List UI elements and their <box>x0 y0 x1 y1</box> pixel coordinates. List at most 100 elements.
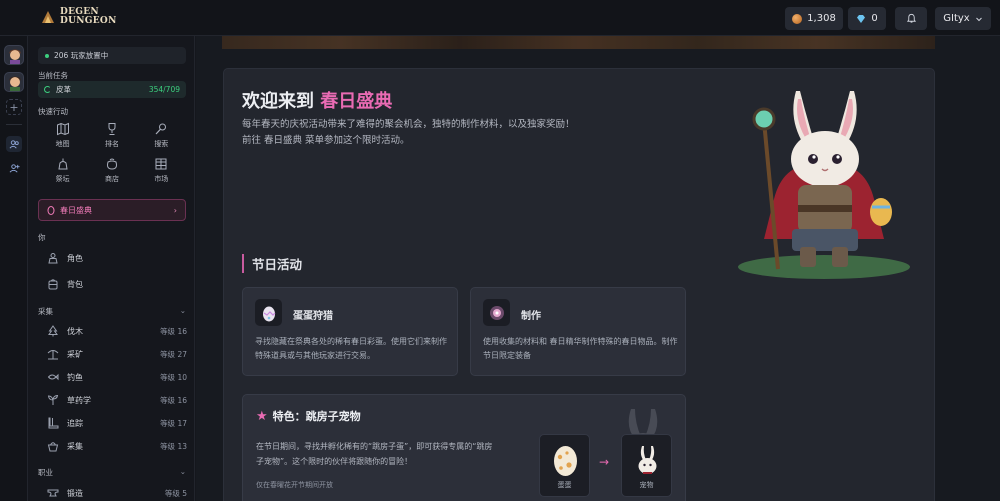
quick-action-market[interactable]: 市场 <box>137 157 186 184</box>
coin-icon <box>792 13 803 24</box>
quick-action-search[interactable]: 搜索 <box>137 122 186 149</box>
bunny-warrior-illustration <box>738 91 910 279</box>
egg-label: 蛋蛋 <box>557 481 572 489</box>
quick-action-label: 地图 <box>55 140 70 148</box>
sidebar-item-character[interactable]: 角色 <box>47 251 187 265</box>
username: GItyx <box>943 13 970 24</box>
skill-level: 等级 10 <box>160 372 187 382</box>
logo-line-2: DUNGEON <box>60 16 117 26</box>
quick-action-altar[interactable]: 祭坛 <box>38 157 87 184</box>
quick-actions-label: 快速行动 <box>38 107 68 116</box>
quick-action-ranking[interactable]: 排名 <box>87 122 136 149</box>
notifications-button[interactable] <box>895 7 927 30</box>
feature-title: 蛋蛋狩猎 <box>293 311 333 322</box>
map-icon <box>56 122 69 136</box>
task-progress: 354/709 <box>148 85 180 94</box>
pet-availability-note: 仅在春曜花开节期间开放 <box>256 481 333 489</box>
chevron-down-icon: ⌄ <box>179 467 186 476</box>
friends-button[interactable] <box>6 136 22 152</box>
sidebar-item-smithing[interactable]: 锻造 等级 5 <box>47 486 187 500</box>
spinner-icon <box>44 86 51 93</box>
group-label: 职业 <box>38 468 53 477</box>
hopscotch-egg-icon <box>554 446 577 476</box>
bunny-pet-icon <box>638 446 657 474</box>
featured-pet-panel: ★ 特色：跳房子宠物 在节日期间，寻找并孵化稀有的“跳房子蛋”，即可获得专属的“… <box>242 394 686 501</box>
quick-action-label: 搜索 <box>154 140 169 148</box>
section-title: 节日活动 <box>242 254 302 273</box>
quick-action-map[interactable]: 地图 <box>38 122 87 149</box>
market-icon <box>155 158 167 170</box>
feature-description: 寻找隐藏在祭典各处的稀有春日彩蛋。使用它们来制作特殊道具或与其他玩家进行交易。 <box>255 337 447 360</box>
skill-level: 等级 16 <box>160 395 187 405</box>
egg-box: 蛋蛋 <box>539 434 590 497</box>
dungeon-logo-icon <box>42 11 54 23</box>
sidebar-item-woodcutting[interactable]: 伐木 等级 16 <box>47 324 187 338</box>
trophy-icon <box>108 123 116 135</box>
quick-action-label: 祭坛 <box>55 175 70 183</box>
quick-action-shop[interactable]: 商店 <box>87 157 136 184</box>
skill-level: 等级 16 <box>160 326 187 336</box>
coins-counter[interactable]: 1,308 <box>785 7 843 30</box>
star-icon: ★ <box>256 408 268 424</box>
sidebar-item-label: 草药学 <box>67 395 91 405</box>
bell-icon <box>906 13 916 23</box>
user-plus-icon <box>9 163 20 173</box>
avatar-portrait-icon <box>9 49 21 64</box>
feature-icon-box <box>255 299 282 326</box>
skill-level: 等级 13 <box>160 441 187 451</box>
quick-action-label: 市场 <box>154 175 169 183</box>
chevron-down-icon: ⌄ <box>179 306 186 315</box>
skill-level: 等级 27 <box>160 349 187 359</box>
herb-icon <box>47 394 59 405</box>
sidebar-item-mining[interactable]: 采矿 等级 27 <box>47 347 187 361</box>
gem-icon <box>857 14 866 23</box>
current-task[interactable]: 皮革 354/709 <box>38 81 186 98</box>
sidebar-item-label: 采矿 <box>67 349 83 359</box>
character-avatar-2[interactable] <box>4 72 24 92</box>
character-avatar-1[interactable] <box>4 45 24 65</box>
plus-icon: + <box>9 100 19 114</box>
egg-outline-icon <box>47 206 55 215</box>
task-name: 皮革 <box>56 85 71 94</box>
fishing-icon <box>47 373 59 381</box>
sidebar-item-foraging[interactable]: 采集 等级 13 <box>47 439 187 453</box>
chevron-down-icon <box>975 17 982 21</box>
quick-action-label: 商店 <box>104 175 119 183</box>
event-button-label: 春日盛典 <box>60 205 92 215</box>
gems-counter[interactable]: 0 <box>848 7 886 30</box>
rail-divider <box>6 124 22 125</box>
sidebar-item-herbalism[interactable]: 草药学 等级 16 <box>47 393 187 407</box>
main-content: 欢迎来到 春日盛典 每年春天的庆祝活动带来了难得的聚会机会，独特的制作材料，以及… <box>196 36 1000 501</box>
event-description: 每年春天的庆祝活动带来了难得的聚会机会，独特的制作材料，以及独家奖励！前往 春日… <box>242 119 575 146</box>
feature-title: 制作 <box>521 311 541 322</box>
pet-label: 宠物 <box>639 481 654 489</box>
tree-icon <box>48 325 58 337</box>
add-friend-button[interactable] <box>6 160 22 176</box>
sidebar-item-fishing[interactable]: 钓鱼 等级 10 <box>47 370 187 384</box>
anvil-icon <box>47 489 59 497</box>
current-task-label: 当前任务 <box>38 71 68 80</box>
feature-crafting[interactable]: 制作 使用收集的材料和 春日精华制作特殊的春日物品。制作节日限定装备 <box>470 287 686 376</box>
group-label: 采集 <box>38 307 53 316</box>
egg-icon <box>262 306 275 321</box>
bag-icon <box>106 158 117 170</box>
sidebar-item-label: 伐木 <box>67 326 83 336</box>
you-section-label: 你 <box>38 233 46 242</box>
title-prefix: 欢迎来到 <box>242 91 321 112</box>
feature-egg-hunt[interactable]: 蛋蛋狩猎 寻找隐藏在祭典各处的稀有春日彩蛋。使用它们来制作特殊道具或与其他玩家进… <box>242 287 458 376</box>
page-title: 欢迎来到 春日盛典 <box>242 87 392 113</box>
online-players: 206 玩家放置中 <box>38 47 186 64</box>
logo[interactable]: DEGEN DUNGEON <box>40 8 117 26</box>
gathering-group-header[interactable]: 采集 ⌄ <box>38 306 186 317</box>
sidebar-item-tracking[interactable]: 追踪 等级 17 <box>47 416 187 430</box>
profession-group-header[interactable]: 职业 ⌄ <box>38 467 186 478</box>
add-character-button[interactable]: + <box>6 99 22 115</box>
pickaxe-icon <box>47 350 59 360</box>
user-menu[interactable]: GItyx <box>935 7 991 30</box>
icon-rail: + <box>0 36 28 501</box>
sidebar-item-backpack[interactable]: 背包 <box>47 277 187 291</box>
avatar-portrait-icon <box>9 76 21 91</box>
sidebar-item-label: 钓鱼 <box>67 372 83 382</box>
spring-festival-button[interactable]: 春日盛典 › <box>38 199 186 221</box>
feature-icon-box <box>483 299 510 326</box>
